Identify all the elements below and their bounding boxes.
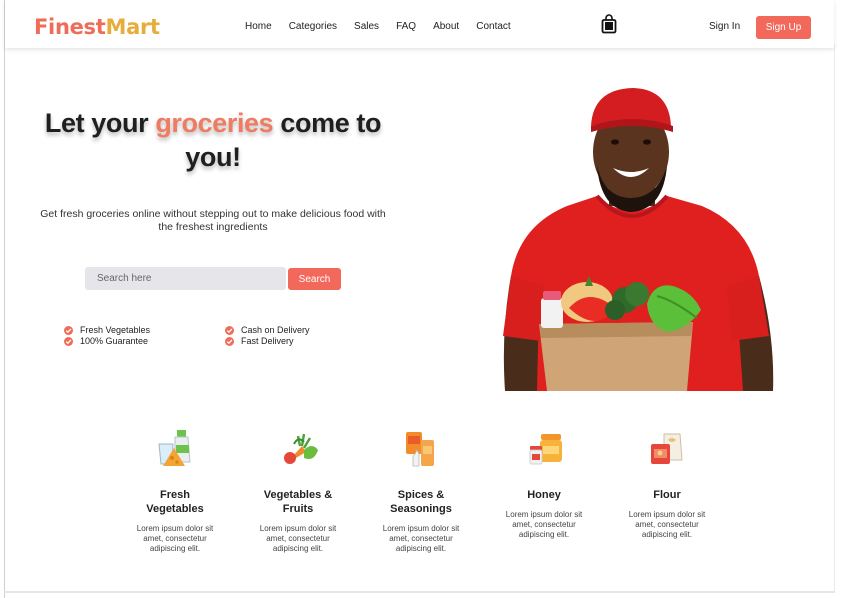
page-border-left — [4, 0, 5, 598]
category-description: Lorem ipsum dolor sit amet, consectetur … — [136, 524, 214, 553]
category-title: Flour — [653, 489, 681, 501]
category-card[interactable]: Fresh Vegetables Lorem ipsum dolor sit a… — [130, 428, 220, 558]
dairy-cheese-icon — [158, 430, 191, 466]
logo-part-1: Finest — [34, 15, 106, 39]
category-card[interactable]: Flour Lorem ipsum dolor sit amet, consec… — [622, 428, 712, 558]
page-border-right — [834, 44, 835, 592]
page-border-bottom — [4, 591, 835, 593]
hero-delivery-man-image — [503, 88, 774, 391]
check-circle-icon — [225, 336, 234, 346]
category-card[interactable]: Spices & Seasonings Lorem ipsum dolor si… — [376, 428, 466, 558]
flour-bag-icon — [651, 433, 683, 464]
category-card[interactable]: Honey Lorem ipsum dolor sit amet, consec… — [499, 428, 589, 558]
hero-title: Let your groceries come to you! — [40, 106, 386, 174]
hero-subtitle: Get fresh groceries online without stepp… — [40, 208, 386, 233]
hero-title-highlight: groceries — [155, 108, 274, 138]
search-button[interactable]: Search — [288, 268, 341, 290]
category-title: Fresh Vegetables — [146, 489, 204, 515]
brand-logo[interactable]: FinestMart — [34, 15, 160, 39]
nav-contact[interactable]: Contact — [476, 21, 510, 32]
site-header: FinestMart Home Categories Sales FAQ Abo… — [5, 0, 834, 48]
nav-about[interactable]: About — [433, 21, 459, 32]
feature-item: 100% Guarantee — [64, 336, 148, 346]
nav-faq[interactable]: FAQ — [396, 21, 416, 32]
feature-label: 100% Guarantee — [80, 336, 149, 346]
check-circle-icon — [225, 325, 234, 335]
sign-up-button[interactable]: Sign Up — [756, 16, 811, 39]
logo-part-2: Mart — [105, 15, 160, 39]
category-title: Vegetables & Fruits — [263, 489, 333, 515]
category-title: Honey — [527, 489, 561, 501]
spices-icon — [406, 432, 434, 467]
feature-item: Fresh Vegetables — [64, 325, 150, 335]
feature-item: Cash on Delivery — [225, 325, 310, 335]
category-description: Lorem ipsum dolor sit amet, consectetur … — [628, 510, 706, 539]
feature-label: Cash on Delivery — [241, 325, 310, 335]
feature-label: Fresh Vegetables — [80, 325, 151, 335]
category-title: Spices & Seasonings — [390, 489, 452, 515]
vegetables-icon — [284, 433, 318, 464]
main-nav: Home Categories Sales FAQ About Contact — [245, 21, 528, 32]
hero-title-part-1: Let your — [44, 108, 156, 138]
category-description: Lorem ipsum dolor sit amet, consectetur … — [382, 524, 460, 553]
nav-sales[interactable]: Sales — [354, 21, 379, 32]
feature-item: Fast Delivery — [225, 336, 294, 346]
nav-home[interactable]: Home — [245, 21, 272, 32]
check-circle-icon — [64, 336, 73, 346]
search-input[interactable] — [85, 267, 286, 290]
check-circle-icon — [64, 325, 73, 335]
nav-categories[interactable]: Categories — [289, 21, 337, 32]
shopping-bag-icon[interactable] — [601, 14, 617, 34]
sign-in-link[interactable]: Sign In — [709, 21, 740, 32]
category-description: Lorem ipsum dolor sit amet, consectetur … — [259, 524, 337, 553]
category-description: Lorem ipsum dolor sit amet, consectetur … — [505, 510, 583, 539]
feature-label: Fast Delivery — [241, 336, 294, 346]
category-card[interactable]: Vegetables & Fruits Lorem ipsum dolor si… — [253, 428, 343, 558]
honey-jar-icon — [529, 434, 562, 465]
